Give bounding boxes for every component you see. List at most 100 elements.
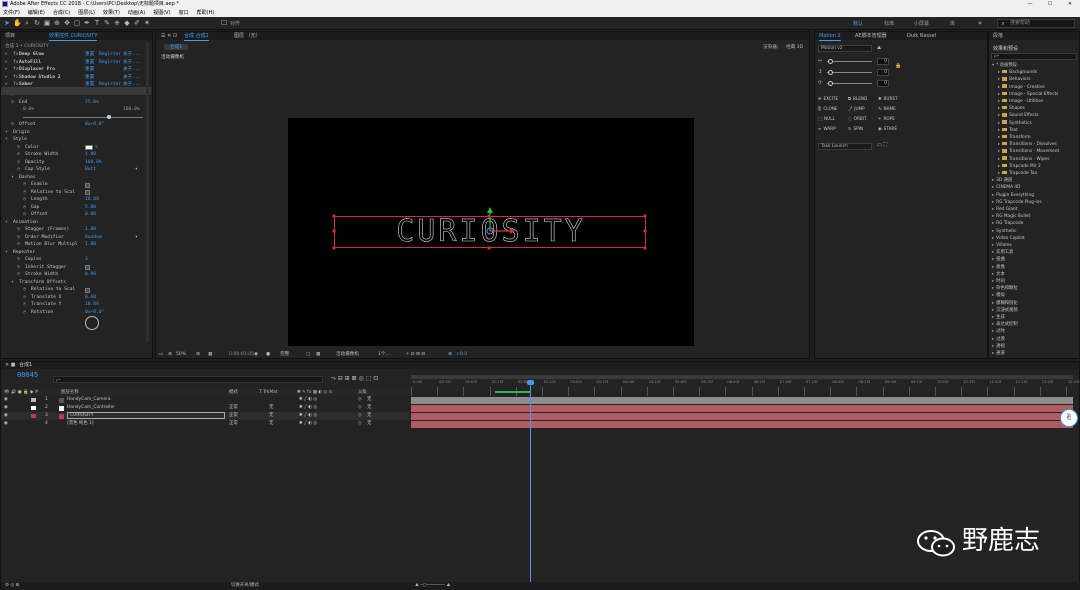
property-value[interactable]: 75.0% (85, 99, 99, 107)
lock-icon[interactable]: 🔒 (895, 63, 901, 69)
clone-stamp-tool-icon[interactable]: ⎈ (113, 19, 121, 27)
slider-track[interactable] (827, 61, 872, 62)
timeline-close-icon[interactable]: ✕ ■ (5, 362, 16, 369)
effect-register-link[interactable]: Register (99, 59, 121, 67)
close-button[interactable]: ✕ (1060, 0, 1080, 9)
fx-toggle-icon[interactable]: fx (13, 59, 19, 67)
timeline-search-input[interactable]: ρ• (53, 376, 323, 383)
effect-category-item[interactable]: ▸ Behaviors (989, 76, 1077, 83)
stopwatch-icon[interactable]: ◷ (17, 234, 20, 242)
mask-icon[interactable]: ▦ (208, 350, 212, 359)
expand-arrow-icon[interactable]: ▸ (998, 70, 1000, 75)
expand-arrow-icon[interactable]: ▸ (992, 301, 994, 306)
effect-category-item[interactable]: ▸ 3D 通道 (989, 177, 1077, 184)
effect-property-row[interactable]: ◷ Stagger (Frames) 1.00 (1, 226, 151, 234)
effect-category-item[interactable]: ▾ * 动画预设 (989, 62, 1077, 69)
workspace-default[interactable]: 默认 (853, 20, 863, 27)
expand-arrow-icon[interactable]: ▸ (998, 135, 1000, 140)
transparency-grid-icon[interactable]: ▩ (316, 350, 320, 359)
visibility-eye-icon[interactable]: ◉ (4, 420, 8, 428)
effect-category-item[interactable]: ▸ Transitions - Wipes (989, 156, 1077, 163)
selection-tool-icon[interactable]: ➤ (3, 19, 11, 27)
fx-toggle-icon[interactable]: fx (13, 51, 19, 59)
menu-layer[interactable]: 图层(L) (78, 9, 95, 17)
pen-tool-icon[interactable]: ✒ (83, 19, 91, 27)
expand-arrow-icon[interactable]: ▸ (992, 207, 994, 212)
effect-property-row[interactable]: ◷ Color ✎ (1, 144, 151, 152)
motion-button-blend[interactable]: ⧉ BLEND (848, 96, 867, 101)
expand-arrow-icon[interactable]: ▸ (992, 329, 994, 334)
effect-category-item[interactable]: ▸ 杂色和颗粒 (989, 285, 1077, 292)
layer-duration-bar[interactable] (411, 404, 1073, 412)
tab-composition[interactable]: 合成 合成1 (184, 32, 209, 41)
layer-row[interactable]: ◉ 4 [黑色 纯色 1] 正常 无 ✱ ╱ ◐ ◎ ◎ 无 (1, 420, 409, 428)
effect-category-item[interactable]: ▸ Backgrounds (989, 69, 1077, 76)
effect-row[interactable]: ▸ fx Displacer Pro 重置 关于... (1, 66, 151, 74)
workspace-small-screen[interactable]: 小屏幕 (914, 20, 929, 27)
effect-category-item[interactable]: ▸ 扭曲 (989, 256, 1077, 263)
effect-property-row[interactable]: ▾ Animation (1, 219, 151, 227)
layer-trkmat-dropdown[interactable]: 无 (269, 404, 273, 412)
tab-motion2[interactable]: Motion 2 (819, 32, 841, 41)
effect-property-row[interactable]: ◷ Inherit Stagger (1, 264, 151, 272)
renderer-value[interactable]: 经典 3D (786, 44, 803, 50)
effect-category-item[interactable]: ▸ Transform (989, 134, 1077, 141)
motion-button-rope[interactable]: ⚭ ROPE (878, 116, 895, 121)
expand-arrow-icon[interactable]: ▸ (992, 308, 994, 313)
property-value[interactable]: Random (85, 234, 102, 242)
menu-effect[interactable]: 效果(T) (103, 9, 120, 17)
menu-composition[interactable]: 合成(C) (53, 9, 70, 17)
stopwatch-icon[interactable]: ◷ (23, 286, 26, 294)
label-color-swatch[interactable] (31, 406, 36, 410)
layer-name[interactable]: CURIOSITY (67, 412, 225, 419)
effect-property-row[interactable]: ◷ Stroke Width 0.90 (1, 271, 151, 279)
task-launch-dropdown[interactable]: Task Launch (818, 143, 872, 150)
hand-tool-icon[interactable]: ✋ (13, 19, 22, 27)
expand-arrow-icon[interactable]: ▸ (992, 344, 994, 349)
property-value[interactable]: 1.00 (85, 151, 96, 159)
layer-trkmat-dropdown[interactable]: 无 (269, 420, 273, 428)
task-settings-icon[interactable]: ▭ ⛶ (877, 142, 887, 148)
comp-breadcrumb[interactable]: 合成1 (164, 44, 189, 50)
expand-arrow-icon[interactable]: ▸ (992, 178, 994, 183)
layer-parent-dropdown[interactable]: 无 (367, 396, 371, 404)
parent-pickwhip-icon[interactable]: ◎ (358, 396, 362, 404)
label-color-swatch[interactable] (31, 414, 36, 418)
slider-value-field[interactable]: 0 (877, 80, 889, 87)
motion-button-name[interactable]: ✎ NAME (878, 106, 896, 111)
stopwatch-icon[interactable]: ◷ (23, 294, 26, 302)
effect-about-link[interactable]: 关于... (123, 74, 141, 82)
effect-property-row[interactable]: ◷ Order Modifier Random ▾ (1, 234, 151, 242)
expand-arrow-icon[interactable]: ▸ (992, 272, 994, 277)
expand-arrow-icon[interactable]: ▸ (992, 315, 994, 320)
zoom-tool-icon[interactable]: ⌕ (23, 19, 31, 27)
stopwatch-icon[interactable]: ◷ (17, 166, 20, 174)
expand-arrow-icon[interactable]: ▸ (992, 185, 994, 190)
tab-duik-bassel[interactable]: Duik Bassel (907, 32, 936, 40)
layer-name[interactable]: HandyCam_Controller (67, 404, 115, 412)
motion-button-jump[interactable]: ⤴ JUMP (848, 106, 865, 112)
expand-arrow-icon[interactable]: ▸ (998, 142, 1000, 147)
expand-arrow-icon[interactable]: ▸ (5, 74, 8, 82)
reset-exposure-icon[interactable]: ⊛ (448, 350, 452, 359)
menu-file[interactable]: 文件(F) (3, 9, 20, 17)
expand-arrow-icon[interactable]: ▸ (998, 106, 1000, 111)
effect-property-row[interactable]: ◷ Enable (1, 181, 151, 189)
color-swatch[interactable] (85, 145, 93, 150)
stopwatch-icon[interactable]: ◷ (23, 211, 26, 219)
effect-category-item[interactable]: ▸ Text (989, 127, 1077, 134)
visibility-eye-icon[interactable]: ◉ (4, 396, 8, 404)
layer-mode-dropdown[interactable]: 正常 (229, 420, 238, 428)
tab-layer[interactable]: 图层 （无） (234, 32, 261, 40)
motion-button-excite[interactable]: ✣ EXCITE (818, 96, 838, 101)
slider-value-field[interactable]: 0 (877, 58, 889, 65)
effect-category-item[interactable]: ▸ Synthetic (989, 228, 1077, 235)
expand-arrow-icon[interactable]: ▸ (992, 193, 994, 198)
expand-arrow-icon[interactable]: ▸ (992, 351, 994, 356)
property-checkbox[interactable] (85, 287, 90, 293)
stopwatch-icon[interactable]: ◷ (17, 256, 20, 264)
rotate-tool-icon[interactable]: ↻ (33, 19, 41, 27)
layer-duration-bar[interactable] (411, 396, 1073, 404)
effect-controls-scrollbar[interactable] (146, 42, 149, 342)
end-slider-row[interactable]: 0.0% 100.0% (1, 106, 151, 119)
